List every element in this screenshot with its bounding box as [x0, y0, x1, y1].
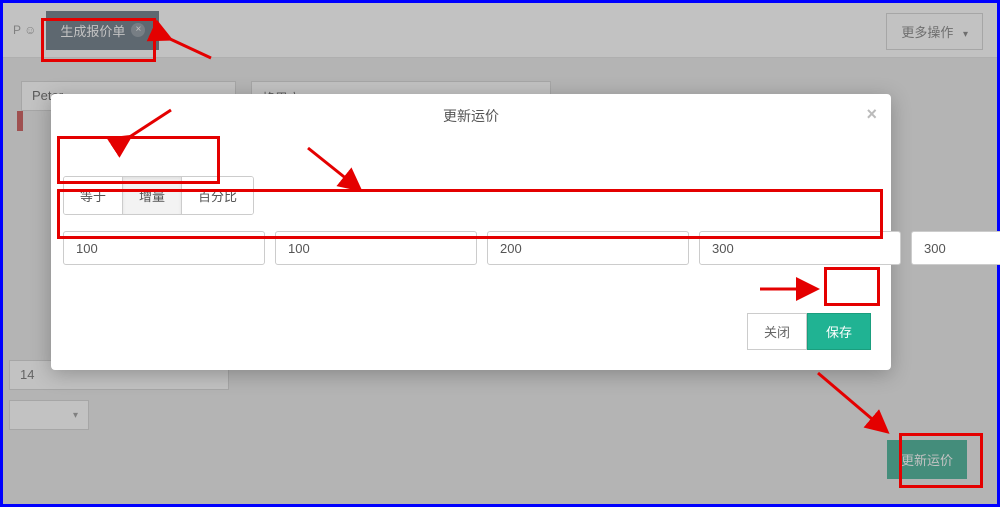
modal-close-button[interactable]: × — [866, 104, 877, 125]
modal-title: 更新运价 — [443, 108, 499, 124]
rate-input-1[interactable] — [63, 231, 265, 265]
update-rate-modal: 更新运价 × 等于 增量 百分比 关闭 保存 — [51, 94, 891, 370]
rate-inputs-row — [51, 215, 891, 273]
rate-input-4[interactable] — [699, 231, 901, 265]
rate-input-2[interactable] — [275, 231, 477, 265]
modal-footer: 关闭 保存 — [51, 273, 891, 354]
seg-equal[interactable]: 等于 — [64, 177, 123, 214]
seg-increment[interactable]: 增量 — [123, 177, 182, 214]
cancel-button[interactable]: 关闭 — [747, 313, 807, 350]
save-button[interactable]: 保存 — [807, 313, 871, 350]
mode-segmented-control: 等于 增量 百分比 — [63, 176, 254, 215]
rate-input-5[interactable] — [911, 231, 1000, 265]
seg-percent[interactable]: 百分比 — [182, 177, 253, 214]
rate-input-3[interactable] — [487, 231, 689, 265]
modal-header: 更新运价 × — [51, 94, 891, 136]
